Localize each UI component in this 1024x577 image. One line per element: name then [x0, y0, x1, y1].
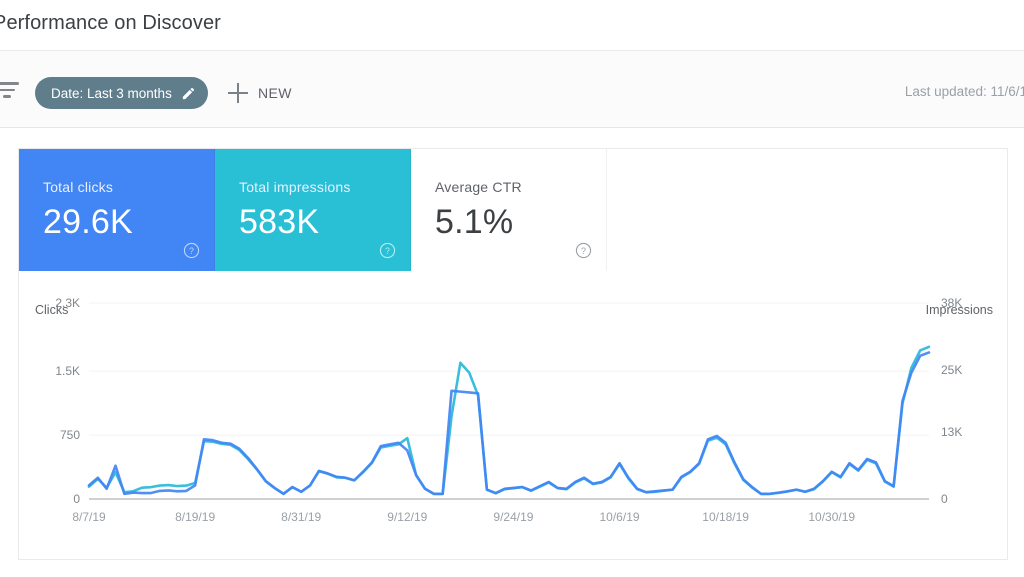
help-circle-icon[interactable]: ?: [575, 242, 592, 259]
help-circle-icon[interactable]: ?: [379, 242, 396, 259]
metric-card-total-impressions[interactable]: Total impressions 583K ?: [215, 149, 411, 271]
svg-text:?: ?: [385, 246, 390, 256]
x-axis-tick-label: 10/30/19: [808, 510, 855, 524]
new-filter-button[interactable]: NEW: [228, 78, 292, 108]
metric-label-total-clicks: Total clicks: [43, 179, 114, 195]
metric-card-total-clicks[interactable]: Total clicks 29.6K ?: [19, 149, 215, 271]
svg-text:?: ?: [189, 246, 194, 256]
filter-icon-bar-3: [3, 95, 11, 98]
metric-value-average-ctr: 5.1%: [435, 203, 514, 241]
x-axis-tick-label: 8/19/19: [175, 510, 215, 524]
x-axis-tick-label: 10/6/19: [600, 510, 640, 524]
svg-text:?: ?: [581, 246, 586, 256]
help-circle-icon[interactable]: ?: [183, 242, 200, 259]
y2-axis-tick-label: 13K: [941, 425, 962, 439]
page-title: Performance on Discover: [0, 12, 221, 34]
metric-label-total-impressions: Total impressions: [239, 179, 351, 195]
x-axis-tick-label: 10/18/19: [702, 510, 749, 524]
metric-label-average-ctr: Average CTR: [435, 179, 522, 195]
metrics-row: Total clicks 29.6K ? Total impressions 5…: [19, 149, 1007, 271]
y-axis-tick-label: 1.5K: [55, 364, 80, 378]
metric-card-average-ctr[interactable]: Average CTR 5.1% ?: [411, 149, 607, 271]
x-axis-tick-label: 9/24/19: [493, 510, 533, 524]
page-header: Performance on Discover: [0, 0, 1024, 50]
y2-axis-tick-label: 38K: [941, 296, 962, 310]
x-axis-tick-label: 9/12/19: [387, 510, 427, 524]
y-axis-tick-label: 750: [60, 428, 80, 442]
chart-canvas: 2.3K 1.5K 750 0 38K 25K 13K 0 8/7/19 8/19/19 8/31/…: [55, 296, 962, 524]
metrics-row-empty-space: [607, 149, 1007, 271]
metric-value-total-impressions: 583K: [239, 203, 320, 241]
performance-card: Total clicks 29.6K ? Total impressions 5…: [18, 148, 1008, 560]
x-axis-tick-label: 8/7/19: [72, 510, 106, 524]
chart-line-clicks: [87, 351, 931, 496]
y2-axis-tick-label: 0: [941, 492, 948, 506]
plus-icon: [228, 83, 248, 103]
chart-line-impressions: [87, 345, 931, 496]
last-updated-text: Last updated: 11/6/1: [904, 84, 1024, 99]
filter-icon[interactable]: [0, 82, 20, 102]
new-filter-button-label: NEW: [258, 85, 292, 101]
y-axis-tick-label: 0: [73, 492, 80, 506]
filter-icon-bar-2: [0, 88, 15, 91]
pencil-icon[interactable]: [181, 86, 196, 101]
date-filter-chip-label: Date: Last 3 months: [51, 85, 172, 101]
y2-axis-tick-label: 25K: [941, 363, 962, 377]
x-axis-tick-label: 8/31/19: [281, 510, 321, 524]
performance-chart: Clicks Impressions 2.3K 1.5K 750 0 38K 25K 13K…: [19, 271, 1007, 561]
performance-on-discover-page: Performance on Discover Date: Last 3 mon…: [0, 0, 1024, 577]
y-axis-tick-label: 2.3K: [55, 296, 80, 310]
filter-icon-bar-1: [0, 82, 19, 85]
date-filter-chip[interactable]: Date: Last 3 months: [35, 77, 208, 109]
metric-value-total-clicks: 29.6K: [43, 203, 133, 241]
